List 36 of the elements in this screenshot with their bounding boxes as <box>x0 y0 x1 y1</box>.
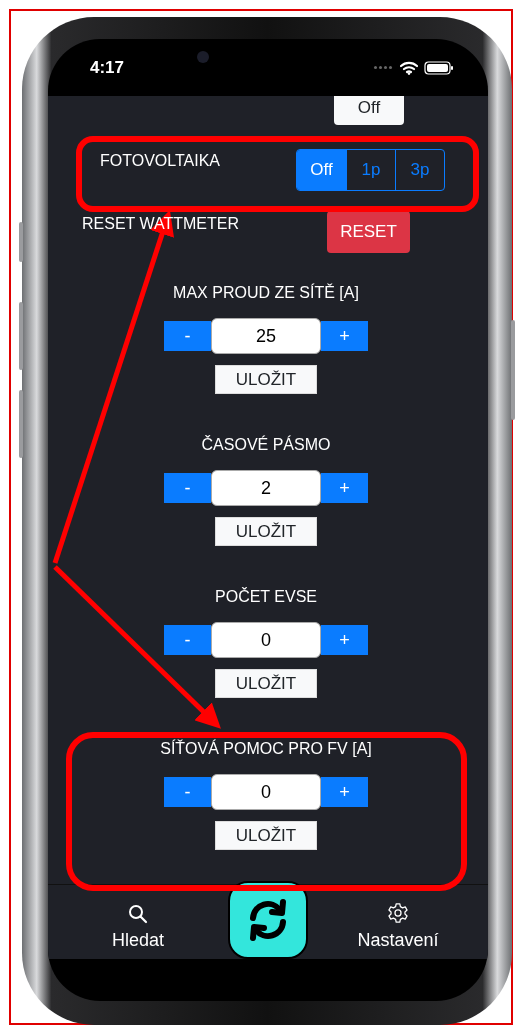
save-button[interactable]: ULOŽIT <box>215 669 317 698</box>
battery-icon <box>424 60 454 75</box>
tab-item[interactable]: Nastavení <box>308 885 488 959</box>
plus-button[interactable]: + <box>321 777 368 807</box>
plus-button[interactable]: + <box>321 473 368 503</box>
reset-button[interactable]: RESET <box>327 211 410 253</box>
signal-icon <box>374 66 392 69</box>
section-title: MAX PROUD ZE SÍTĚ [A] <box>173 284 359 303</box>
clock-time: 4:17 <box>90 57 125 78</box>
minus-button[interactable]: - <box>164 321 211 351</box>
section-title: SÍŤOVÁ POMOC PRO FV [A] <box>160 740 372 759</box>
camera-dot <box>197 51 209 63</box>
section-title: ČASOVÉ PÁSMO <box>201 436 331 455</box>
segment-option[interactable]: 3p <box>395 150 444 190</box>
plus-button[interactable]: + <box>321 625 368 655</box>
segment-option[interactable]: Off <box>297 150 346 190</box>
toggle-button[interactable]: Off <box>334 96 404 125</box>
search-icon <box>128 904 148 924</box>
setting-label: FOTOVOLTAIKA <box>100 151 222 170</box>
number-field[interactable]: 0 <box>211 622 321 658</box>
section-title: POČET EVSE <box>215 588 317 607</box>
tab-item[interactable]: Hledat <box>48 885 228 959</box>
minus-button[interactable]: - <box>164 473 211 503</box>
save-button[interactable]: ULOŽIT <box>215 517 317 546</box>
number-field[interactable]: 25 <box>211 318 321 354</box>
number-field[interactable]: 0 <box>211 774 321 810</box>
minus-button[interactable]: - <box>164 777 211 807</box>
refresh-button[interactable] <box>228 881 308 959</box>
settings-icon <box>387 902 409 924</box>
plus-button[interactable]: + <box>321 321 368 351</box>
number-field[interactable]: 2 <box>211 470 321 506</box>
save-button[interactable]: ULOŽIT <box>215 365 317 394</box>
minus-button[interactable]: - <box>164 625 211 655</box>
save-button[interactable]: ULOŽIT <box>215 821 317 850</box>
segment-option[interactable]: 1p <box>346 150 395 190</box>
wifi-icon <box>400 60 418 75</box>
